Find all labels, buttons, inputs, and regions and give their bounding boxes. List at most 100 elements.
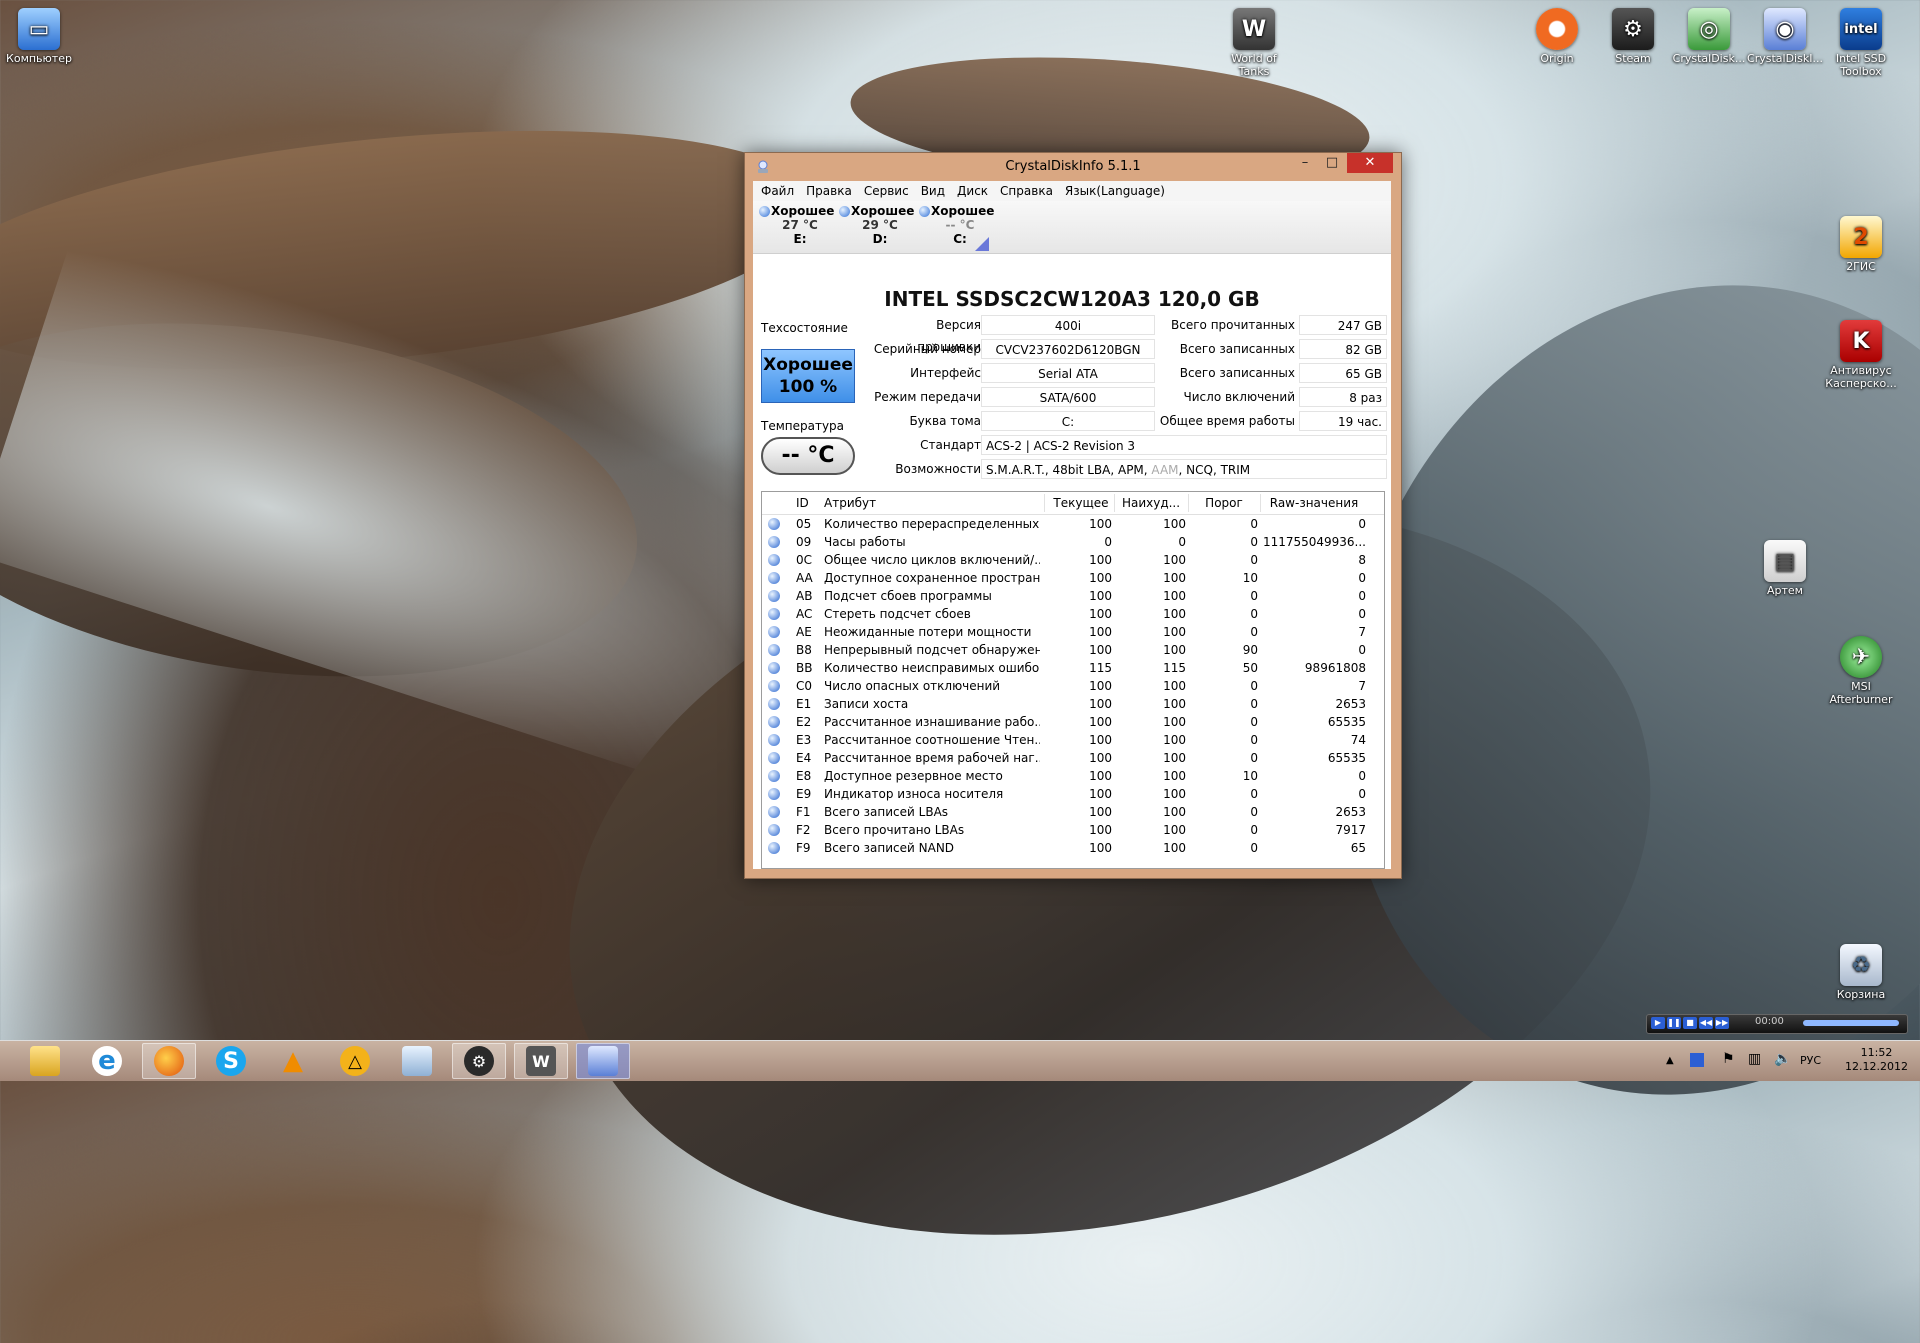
taskbar-vlc[interactable]: ▲: [266, 1043, 320, 1079]
system-clock[interactable]: 11:52 12.12.2012: [1845, 1046, 1908, 1074]
status-good-icon: [768, 842, 780, 854]
header-threshold[interactable]: Порог: [1190, 492, 1258, 514]
desktop-icon-steam[interactable]: ⚙ Steam: [1594, 8, 1672, 65]
afterburner-icon: ✈: [1840, 636, 1882, 678]
next-icon[interactable]: ▶▶: [1715, 1017, 1729, 1029]
taskbar-notes[interactable]: [390, 1043, 444, 1079]
power-on-count-label: Число включений: [1183, 390, 1295, 404]
previous-icon[interactable]: ◀◀: [1699, 1017, 1713, 1029]
taskbar-internet-explorer[interactable]: e: [80, 1043, 134, 1079]
table-row[interactable]: C0 Число опасных отключений 100 100 0 7: [762, 677, 1384, 695]
header-current[interactable]: Текущее: [1050, 492, 1112, 514]
header-raw-values[interactable]: Raw-значения: [1262, 492, 1366, 514]
table-row[interactable]: E8 Доступное резервное место 100 100 10 0: [762, 767, 1384, 785]
pause-icon[interactable]: ❚❚: [1667, 1017, 1681, 1029]
volume-slider[interactable]: [1803, 1020, 1899, 1026]
smart-current: 100: [1089, 571, 1112, 585]
table-row[interactable]: B8 Непрерывный подсчет обнаружен... 100 100…: [762, 641, 1384, 659]
table-row[interactable]: F9 Всего записей NAND 100 100 0 65: [762, 839, 1384, 857]
menu-file[interactable]: Файл: [755, 184, 800, 198]
smart-current: 100: [1089, 679, 1112, 693]
table-row[interactable]: BB Количество неисправимых ошибок 115 115 50…: [762, 659, 1384, 677]
smart-current: 100: [1089, 607, 1112, 621]
table-row[interactable]: AA Доступное сохраненное простран... 100 10…: [762, 569, 1384, 587]
desktop-icon-2gis[interactable]: 2 2ГИС: [1822, 216, 1900, 273]
menu-language[interactable]: Язык(Language): [1059, 184, 1171, 198]
network-icon[interactable]: ▥: [1748, 1052, 1761, 1092]
table-row[interactable]: E4 Рассчитанное время рабочей наг... 100 10…: [762, 749, 1384, 767]
status-good-icon: [768, 572, 780, 584]
taskbar-world-of-tanks[interactable]: W: [514, 1043, 568, 1079]
smart-threshold: 0: [1250, 715, 1258, 729]
computer-icon: ▭: [18, 8, 60, 50]
desktop-icon-recycle-bin[interactable]: ♻ Корзина: [1822, 944, 1900, 1001]
menu-disk[interactable]: Диск: [951, 184, 994, 198]
table-row[interactable]: E1 Записи хоста 100 100 0 2653: [762, 695, 1384, 713]
menu-help[interactable]: Справка: [994, 184, 1059, 198]
close-button[interactable]: ✕: [1347, 153, 1393, 173]
smart-attributes-table[interactable]: ID Атрибут Текущее Наихуд... Порог Raw-з…: [761, 491, 1385, 869]
tray-app-icon[interactable]: [1690, 1053, 1704, 1067]
smart-current: 100: [1089, 823, 1112, 837]
table-row[interactable]: AE Неожиданные потери мощности 100 100 0 7: [762, 623, 1384, 641]
taskbar-explorer[interactable]: [18, 1043, 72, 1079]
maximize-button[interactable]: □: [1319, 153, 1345, 173]
smart-threshold: 0: [1250, 589, 1258, 603]
stop-icon[interactable]: ■: [1683, 1017, 1697, 1029]
tank-shield-icon: W: [526, 1046, 556, 1076]
smart-current: 100: [1089, 841, 1112, 855]
smart-attribute: Общее число циклов включений/...: [824, 553, 1040, 567]
desktop-icon-computer[interactable]: ▭ Компьютер: [0, 8, 78, 65]
desktop-icon-crystaldiskmark[interactable]: ◎ CrystalDisk...: [1670, 8, 1748, 65]
action-center-flag-icon[interactable]: ⚑: [1722, 1052, 1735, 1092]
taskbar-firefox[interactable]: [142, 1043, 196, 1079]
smart-worst: 100: [1163, 751, 1186, 765]
table-row[interactable]: 09 Часы работы 0 0 0 111755049936...: [762, 533, 1384, 551]
title-bar[interactable]: CrystalDiskInfo 5.1.1 – □ ✕: [745, 153, 1401, 181]
play-icon[interactable]: ▶: [1651, 1017, 1665, 1029]
table-row[interactable]: F2 Всего прочитано LBAs 100 100 0 7917: [762, 821, 1384, 839]
table-row[interactable]: E9 Индикатор износа носителя 100 100 0 0: [762, 785, 1384, 803]
taskbar-crystaldiskinfo[interactable]: [576, 1043, 630, 1079]
header-id[interactable]: ID: [796, 492, 826, 514]
drive-button-d[interactable]: Хорошее 29 °C D:: [839, 204, 917, 246]
health-status-button[interactable]: Хорошее 100 %: [761, 349, 855, 403]
header-attribute[interactable]: Атрибут: [824, 492, 1040, 514]
smart-attribute: Подсчет сбоев программы: [824, 589, 992, 603]
desktop-icon-intel-ssd-toolbox[interactable]: intel Intel SSD Toolbox: [1822, 8, 1900, 78]
menu-edit[interactable]: Правка: [800, 184, 858, 198]
minimize-button[interactable]: –: [1292, 153, 1318, 173]
table-row[interactable]: E3 Рассчитанное соотношение Чтен... 100 100…: [762, 731, 1384, 749]
column-separator: [1188, 494, 1189, 512]
desktop-icon-crystaldiskinfo[interactable]: ◉ CrystalDiskI...: [1746, 8, 1824, 65]
steam-icon: ⚙: [464, 1046, 494, 1076]
table-row[interactable]: E2 Рассчитанное изнашивание рабо... 100 100…: [762, 713, 1384, 731]
desktop-icon-kaspersky[interactable]: K Антивирус Касперско...: [1822, 320, 1900, 390]
header-worst[interactable]: Наихуд...: [1116, 492, 1186, 514]
taskbar-aimp[interactable]: △: [328, 1043, 382, 1079]
total-write-label: Всего записанных: [1179, 342, 1295, 356]
table-row[interactable]: 0C Общее число циклов включений/... 100 100…: [762, 551, 1384, 569]
desktop-icon-world-of-tanks[interactable]: W World of Tanks: [1215, 8, 1293, 78]
table-row[interactable]: AB Подсчет сбоев программы 100 100 0 0: [762, 587, 1384, 605]
taskbar-skype[interactable]: S: [204, 1043, 258, 1079]
menu-view[interactable]: Вид: [915, 184, 951, 198]
volume-icon[interactable]: 🔈: [1774, 1052, 1791, 1092]
drive-button-e[interactable]: Хорошее 27 °C E:: [759, 204, 837, 246]
table-row[interactable]: 05 Количество перераспределенных... 100 100…: [762, 515, 1384, 533]
table-row[interactable]: AC Стереть подсчет сбоев 100 100 0 0: [762, 605, 1384, 623]
status-good-icon: [768, 824, 780, 836]
desktop-icon-artem[interactable]: ▤ Артем: [1746, 540, 1824, 597]
taskbar-steam[interactable]: ⚙: [452, 1043, 506, 1079]
smart-threshold: 0: [1250, 625, 1258, 639]
desktop-icon-msi-afterburner[interactable]: ✈ MSI Afterburner: [1822, 636, 1900, 706]
smart-id: 0C: [796, 553, 813, 567]
tray-overflow-icon[interactable]: ▲: [1666, 1054, 1674, 1094]
smart-threshold: 50: [1242, 661, 1258, 675]
desktop-icon-origin[interactable]: Origin: [1518, 8, 1596, 65]
menu-service[interactable]: Сервис: [858, 184, 915, 198]
input-language[interactable]: РУС: [1800, 1054, 1821, 1094]
table-row[interactable]: F1 Всего записей LBAs 100 100 0 2653: [762, 803, 1384, 821]
smart-current: 100: [1089, 625, 1112, 639]
smart-threshold: 0: [1250, 607, 1258, 621]
